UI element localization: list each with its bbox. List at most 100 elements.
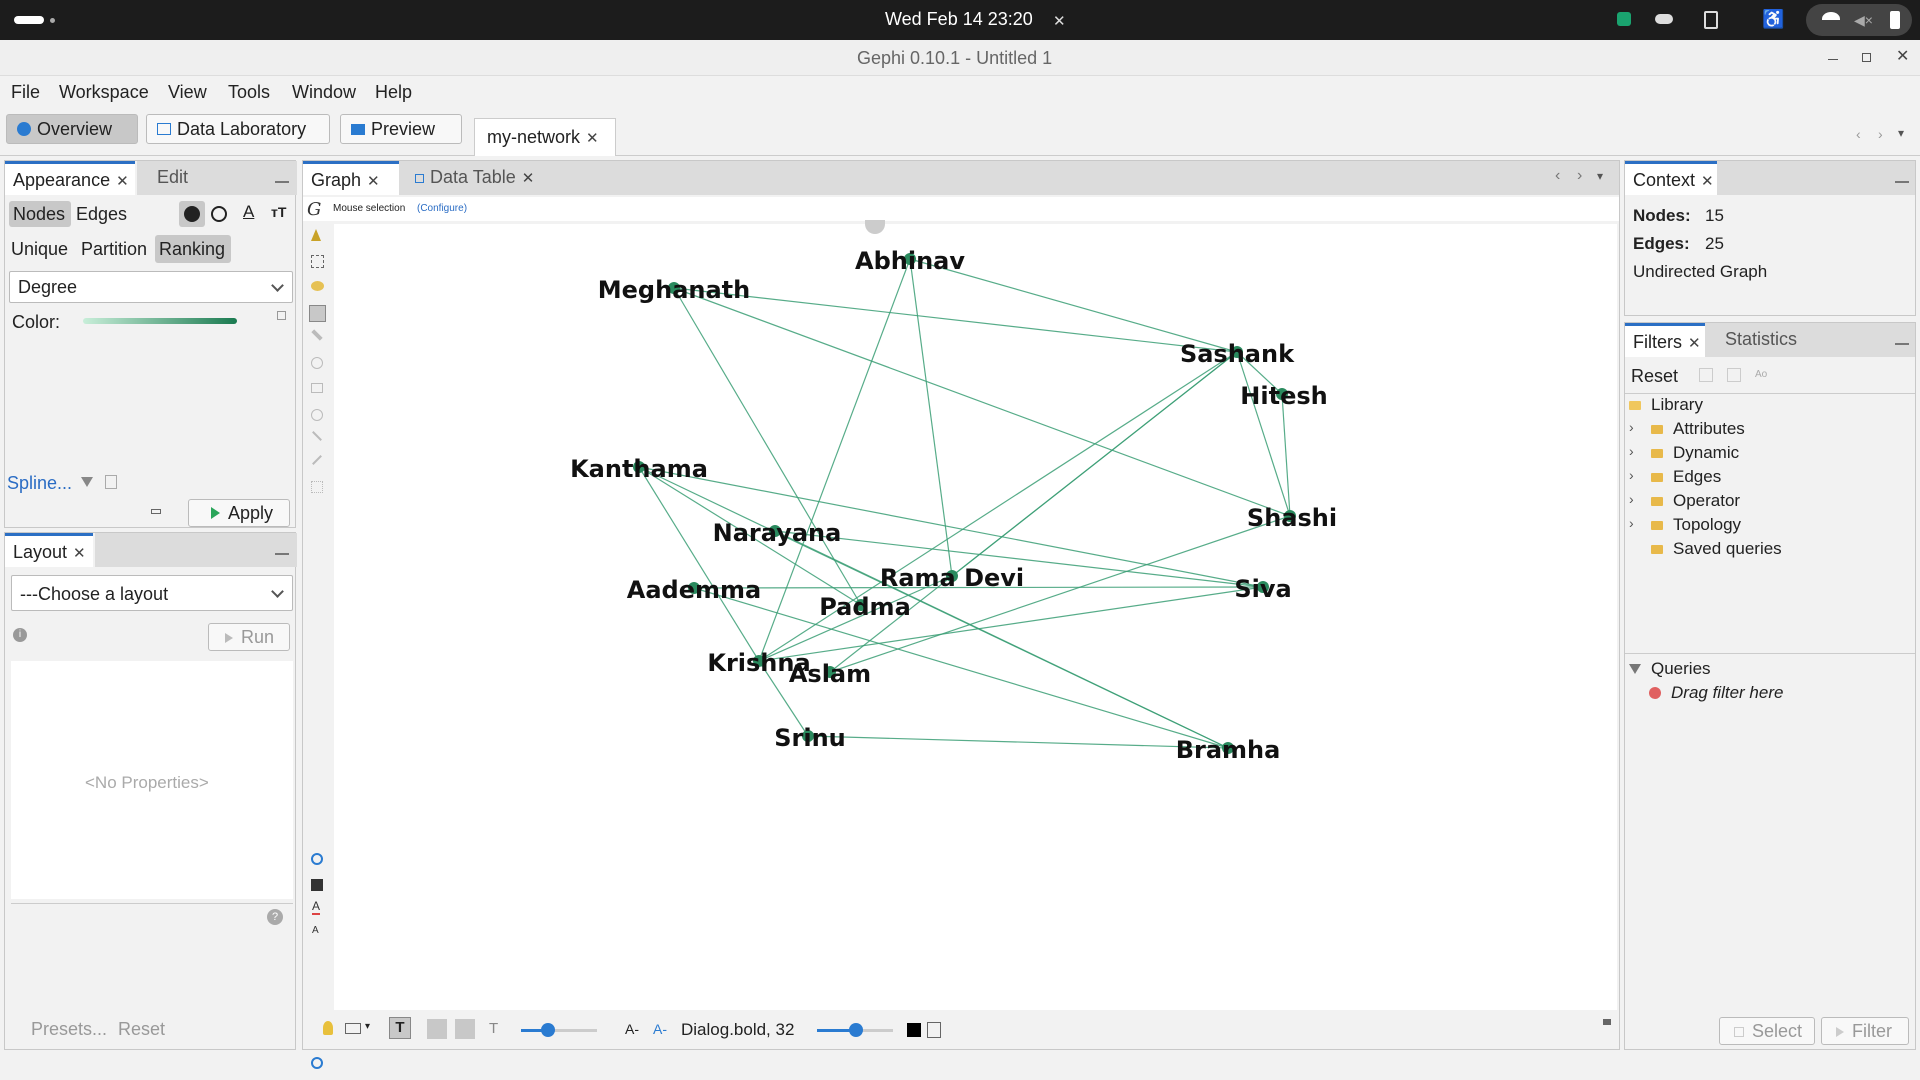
chevron-left-icon[interactable]: ‹ xyxy=(1856,126,1861,142)
preview-button[interactable]: Preview xyxy=(340,114,462,144)
menu-window[interactable]: Window xyxy=(292,82,356,103)
system-status-area[interactable]: ◀× xyxy=(1806,4,1912,36)
tab-edit[interactable]: Edit xyxy=(137,161,297,195)
label-size-icon[interactable]: A xyxy=(312,925,319,936)
graph-node-label[interactable]: Aslam xyxy=(789,660,871,688)
clipboard-icon[interactable] xyxy=(927,1022,941,1038)
show-labels-icon[interactable]: T xyxy=(389,1017,411,1039)
label-size-slider[interactable] xyxy=(817,1023,893,1037)
minimize-filters-button[interactable] xyxy=(1895,343,1909,345)
lasso-icon[interactable] xyxy=(311,281,324,291)
cloud-icon[interactable] xyxy=(1655,14,1673,24)
configure-link[interactable]: (Configure) xyxy=(417,203,467,214)
ranking-tab[interactable]: Ranking xyxy=(155,235,231,263)
menu-tools[interactable]: Tools xyxy=(228,82,270,103)
graph-node-label[interactable]: Meghanath xyxy=(598,276,750,304)
tab-graph[interactable]: Graph ✕ xyxy=(303,161,399,195)
chevron-right-icon[interactable]: › xyxy=(1577,167,1582,185)
reset-layout-button[interactable]: Reset xyxy=(118,1019,165,1040)
text-size-icon[interactable]: T xyxy=(489,1020,498,1037)
expand-toolbar-icon[interactable] xyxy=(1603,1019,1611,1025)
clock[interactable]: Wed Feb 14 23:20 xyxy=(885,9,1033,30)
auto-apply-icon[interactable] xyxy=(151,509,161,514)
graph-node-label[interactable]: Padma xyxy=(819,593,911,621)
graph-node-label[interactable]: Abhinav xyxy=(855,247,965,275)
color-palette-icon[interactable] xyxy=(179,201,205,227)
close-graph-icon[interactable]: ✕ xyxy=(367,173,380,190)
graph-node-label[interactable]: Siva xyxy=(1234,575,1291,603)
save-icon[interactable] xyxy=(1727,368,1741,382)
minimize-appearance-button[interactable] xyxy=(275,181,289,183)
presets-button[interactable]: Presets... xyxy=(31,1019,107,1040)
menu-help[interactable]: Help xyxy=(375,82,412,103)
graph-node-label[interactable]: Hitesh xyxy=(1240,382,1327,410)
activities-indicator[interactable] xyxy=(14,16,44,24)
accessibility-icon[interactable]: ♿ xyxy=(1762,9,1784,30)
font-increase-icon[interactable]: A- xyxy=(653,1021,667,1037)
spline-link[interactable]: Spline... xyxy=(7,473,72,494)
select-button[interactable]: Select xyxy=(1719,1017,1815,1045)
minimize-context-button[interactable] xyxy=(1895,181,1909,183)
chevron-down-icon[interactable]: ▾ xyxy=(365,1021,370,1032)
run-button[interactable]: Run xyxy=(208,623,290,651)
edge-weight-icon[interactable] xyxy=(455,1019,475,1039)
tab-data-table[interactable]: Data Table ✕ xyxy=(407,161,557,195)
label-color-icon[interactable]: A xyxy=(243,202,254,222)
partition-tab[interactable]: Partition xyxy=(81,239,147,260)
graph-node-label[interactable]: Narayana xyxy=(713,519,842,547)
brush-icon[interactable] xyxy=(311,383,323,393)
maximize-button[interactable] xyxy=(1862,53,1871,62)
close-project-icon[interactable]: ✕ xyxy=(586,130,599,147)
graph-edge[interactable] xyxy=(1281,393,1291,517)
copy-icon[interactable] xyxy=(105,475,117,489)
close-filters-icon[interactable]: ✕ xyxy=(1688,335,1701,352)
filter-saved-queries[interactable]: Saved queries xyxy=(1651,539,1782,559)
tab-statistics[interactable]: Statistics xyxy=(1717,323,1827,357)
tab-layout[interactable]: Layout ✕ xyxy=(5,533,93,567)
auto-refresh-icon[interactable]: Ao xyxy=(1755,369,1767,380)
info-icon[interactable]: i xyxy=(13,628,27,642)
close-context-icon[interactable]: ✕ xyxy=(1701,173,1714,190)
export-icon[interactable] xyxy=(1699,368,1713,382)
graph-node-label[interactable]: Sashank xyxy=(1180,340,1295,368)
pencil-icon[interactable] xyxy=(311,329,323,341)
apply-button[interactable]: Apply xyxy=(188,499,290,527)
edges-toggle[interactable]: Edges xyxy=(76,204,127,225)
label-color-swatch[interactable] xyxy=(907,1023,921,1037)
drag-icon[interactable] xyxy=(309,305,326,322)
graph-edge[interactable] xyxy=(829,351,1238,673)
graph-node-label[interactable]: Bramha xyxy=(1176,736,1281,764)
graph-canvas[interactable]: Abhinav Meghanath Sashank Hitesh Kanthama Nar… xyxy=(334,220,1617,1010)
font-decrease-icon[interactable]: A- xyxy=(625,1021,639,1037)
minimize-button[interactable] xyxy=(1828,59,1838,60)
app-indicator-icon[interactable] xyxy=(1617,12,1631,26)
filter-operator[interactable]: › Operator xyxy=(1629,491,1740,511)
tab-filters[interactable]: Filters ✕ xyxy=(1625,323,1705,357)
help-icon[interactable]: ? xyxy=(267,909,283,925)
lightbulb-icon[interactable] xyxy=(323,1021,333,1035)
label-size-icon[interactable]: тT xyxy=(271,204,286,220)
rotate-icon[interactable] xyxy=(311,409,323,421)
graph-node-label[interactable]: Shashi xyxy=(1247,504,1337,532)
heat-map-icon[interactable] xyxy=(312,455,322,465)
chevron-down-icon[interactable]: ▾ xyxy=(1898,126,1904,140)
layout-select[interactable]: ---Choose a layout xyxy=(11,575,293,611)
graph-edge[interactable] xyxy=(807,735,1229,749)
chevron-down-icon[interactable]: ▾ xyxy=(1597,169,1603,183)
background-color-icon[interactable] xyxy=(311,879,323,891)
node-group-icon[interactable] xyxy=(311,481,323,493)
clipboard-icon[interactable] xyxy=(1704,11,1718,29)
drag-filter-target[interactable]: Drag filter here xyxy=(1649,683,1783,703)
unique-tab[interactable]: Unique xyxy=(11,239,68,260)
chevron-left-icon[interactable]: ‹ xyxy=(1555,167,1560,185)
shortest-path-icon[interactable] xyxy=(312,431,322,441)
chevron-right-icon[interactable]: › xyxy=(1878,126,1883,142)
tab-appearance[interactable]: Appearance ✕ xyxy=(5,161,135,195)
graph-node-label[interactable]: Rama Devi xyxy=(880,564,1024,592)
filters-reset-button[interactable]: Reset xyxy=(1631,366,1678,387)
filter-funnel-icon[interactable] xyxy=(81,477,93,487)
menu-file[interactable]: File xyxy=(11,82,40,103)
screenshot-icon[interactable] xyxy=(345,1023,361,1034)
size-icon[interactable] xyxy=(211,206,227,222)
pointer-icon[interactable] xyxy=(311,229,321,241)
